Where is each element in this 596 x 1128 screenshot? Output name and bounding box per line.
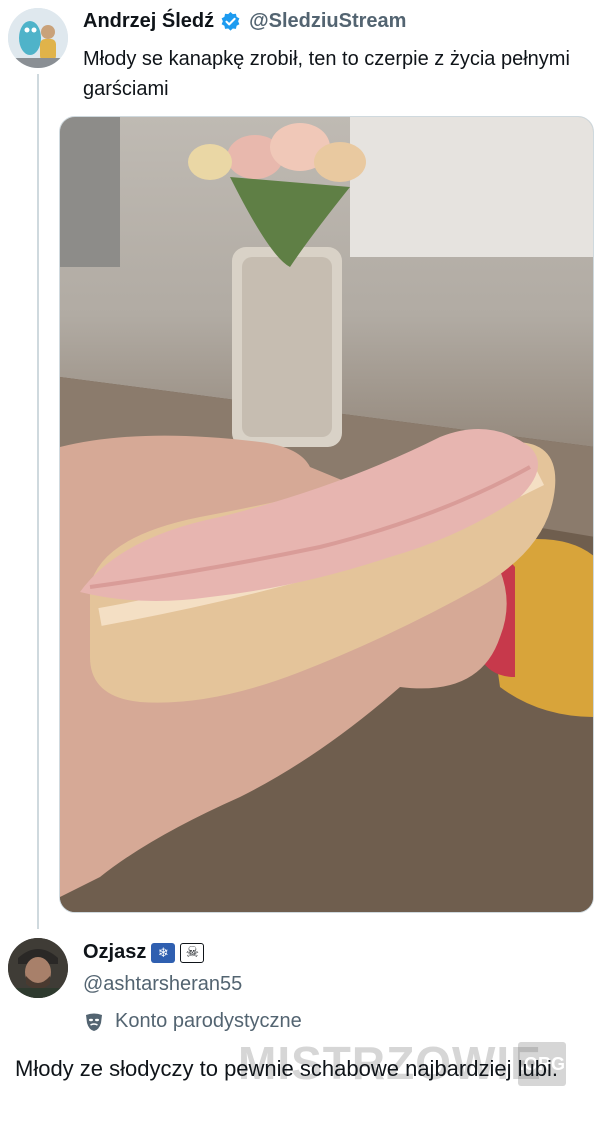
author-avatar[interactable] <box>8 8 68 68</box>
tweet-text: Młody se kanapkę zrobił, ten to czerpie … <box>83 48 570 100</box>
parody-account-label: Konto parodystyczne <box>115 1010 302 1032</box>
reply-author-name-row: Ozjasz ❄ ☠ <box>83 941 205 964</box>
reply-author-avatar[interactable] <box>8 938 68 998</box>
reply-author-handle[interactable]: @ashtarsheran55 <box>83 973 242 996</box>
thread-connector-line <box>37 74 39 929</box>
author-name[interactable]: Andrzej Śledź <box>83 10 214 33</box>
parody-label-row: Konto parodystyczne <box>83 1010 302 1033</box>
theater-mask-icon <box>83 1011 105 1033</box>
skull-crossbones-icon: ☠ <box>180 942 205 963</box>
reply-text: Młody ze słodyczy to pewnie schabowe naj… <box>15 1056 558 1081</box>
author-name-row: Andrzej Śledź @SledziuStream <box>83 10 406 33</box>
antarctica-flag-icon: ❄ <box>151 942 176 963</box>
verified-badge-icon <box>220 11 241 32</box>
author-handle[interactable]: @SledziuStream <box>249 10 406 33</box>
reply-author-name[interactable]: Ozjasz <box>83 941 146 964</box>
tweet-photo[interactable] <box>59 116 594 913</box>
